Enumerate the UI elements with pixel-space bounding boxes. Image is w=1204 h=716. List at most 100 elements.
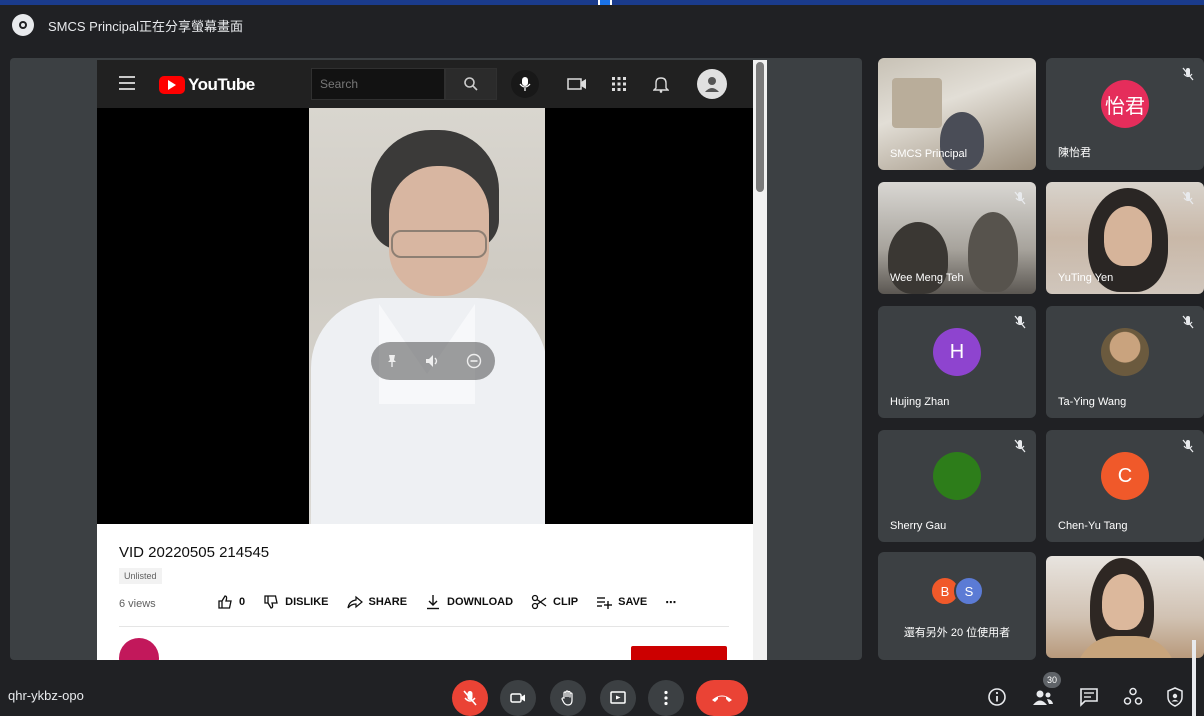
hand-icon xyxy=(561,690,573,706)
mic-off-icon xyxy=(1180,66,1196,82)
participant-tile[interactable]: Ta-Ying Wang xyxy=(1046,306,1204,418)
share-arrow-icon xyxy=(346,595,363,609)
more-vertical-icon xyxy=(664,690,668,706)
participant-tile[interactable]: SMCS Principal xyxy=(878,58,1036,170)
remove-icon[interactable] xyxy=(464,351,484,371)
avatar xyxy=(1101,328,1149,376)
participant-tile[interactable]: H Hujing Zhan xyxy=(878,306,1036,418)
mic-off-icon xyxy=(1012,314,1028,330)
apps-grid-icon[interactable] xyxy=(609,74,629,94)
youtube-search-input[interactable]: Search xyxy=(311,68,445,100)
feed-overlay-controls xyxy=(371,342,495,380)
others-avatar-stack: B S xyxy=(930,576,984,606)
unlisted-badge: Unlisted xyxy=(119,568,162,584)
mic-off-icon xyxy=(1012,190,1028,206)
self-view-tile[interactable] xyxy=(1046,556,1204,658)
subscribe-button[interactable] xyxy=(631,646,727,660)
edge-scrollbar[interactable] xyxy=(1192,640,1196,716)
camera-toggle-button[interactable] xyxy=(500,680,536,716)
account-avatar-icon[interactable] xyxy=(697,69,727,99)
playlist-add-icon xyxy=(597,597,613,609)
channel-avatar[interactable] xyxy=(119,638,159,660)
participant-name: Wee Meng Teh xyxy=(890,272,964,284)
more-options-button[interactable] xyxy=(648,680,684,716)
raise-hand-button[interactable] xyxy=(550,680,586,716)
video-actions: 0 DISLIKE SHARE DOWNLOAD CLIP SAVE ⋯ xyxy=(217,594,694,610)
volume-icon[interactable] xyxy=(423,351,443,371)
mic-off-icon xyxy=(1012,438,1028,454)
mic-toggle-button[interactable] xyxy=(452,680,488,716)
participant-tile[interactable]: Sherry Gau xyxy=(878,430,1036,542)
search-icon[interactable] xyxy=(445,68,497,100)
other-participants-tile[interactable]: B S 還有另外 20 位使用者 xyxy=(878,552,1036,660)
youtube-play-icon xyxy=(159,76,185,94)
create-video-icon[interactable] xyxy=(567,74,587,94)
mic-off-icon xyxy=(1180,314,1196,330)
participant-name: YuTing Yen xyxy=(1058,272,1114,284)
shared-screen[interactable]: YouTube Search VID 20220505 214545 Unlis… xyxy=(10,58,862,660)
like-button[interactable]: 0 xyxy=(217,594,245,610)
activities-icon[interactable] xyxy=(1122,686,1144,708)
save-button[interactable]: SAVE xyxy=(596,594,647,610)
scissors-icon xyxy=(531,594,547,610)
clip-button[interactable]: CLIP xyxy=(531,594,578,610)
participant-name: 陳怡君 xyxy=(1058,147,1091,159)
presenter-title: SMCS Principal正在分享螢幕畫面 xyxy=(48,18,244,34)
participant-tile[interactable]: Wee Meng Teh xyxy=(878,182,1036,294)
avatar: S xyxy=(954,576,984,606)
scrollbar-thumb[interactable] xyxy=(756,62,764,192)
share-button[interactable]: SHARE xyxy=(346,594,407,610)
participant-name: Chen-Yu Tang xyxy=(1058,520,1128,532)
download-button[interactable]: DOWNLOAD xyxy=(425,594,513,610)
thumbs-up-icon xyxy=(218,595,232,609)
download-icon xyxy=(427,595,440,610)
hamburger-menu-icon[interactable] xyxy=(119,76,135,90)
view-count: 6 views xyxy=(119,598,156,610)
meeting-info-icon[interactable] xyxy=(986,686,1008,708)
participant-name: SMCS Principal xyxy=(890,148,968,160)
participant-name: Sherry Gau xyxy=(890,520,947,532)
dislike-button[interactable]: DISLIKE xyxy=(263,594,329,610)
youtube-logo-text: YouTube xyxy=(188,75,255,94)
more-actions-button[interactable]: ⋯ xyxy=(665,596,676,609)
participant-tile[interactable]: YuTing Yen xyxy=(1046,182,1204,294)
participant-tile[interactable]: C Chen-Yu Tang xyxy=(1046,430,1204,542)
pin-icon[interactable] xyxy=(382,351,402,371)
notifications-bell-icon[interactable] xyxy=(651,74,671,94)
present-icon xyxy=(610,691,626,704)
meeting-code: qhr-ykbz-opo xyxy=(8,688,84,703)
avatar xyxy=(933,452,981,500)
youtube-logo[interactable]: YouTube xyxy=(159,75,255,95)
host-controls-icon[interactable] xyxy=(1164,686,1186,708)
video-title: VID 20220505 214545 xyxy=(119,544,270,561)
people-icon[interactable] xyxy=(1032,686,1054,708)
mic-off-icon xyxy=(463,690,477,706)
hang-up-icon xyxy=(712,695,732,702)
video-player[interactable] xyxy=(97,108,753,524)
youtube-topbar: YouTube Search xyxy=(97,60,767,108)
thumbs-down-icon xyxy=(264,595,278,609)
avatar: 怡君 xyxy=(1101,80,1149,128)
avatar: C xyxy=(1101,452,1149,500)
meeting-controls-bar: qhr-ykbz-opo 30 xyxy=(0,662,1204,716)
youtube-window: YouTube Search VID 20220505 214545 Unlis… xyxy=(97,60,767,660)
end-call-button[interactable] xyxy=(696,680,748,716)
mic-off-icon xyxy=(1180,190,1196,206)
camera-icon xyxy=(510,693,525,703)
participant-name: Ta-Ying Wang xyxy=(1058,396,1127,408)
participant-name: Hujing Zhan xyxy=(890,396,950,408)
others-count-label: 還有另外 20 位使用者 xyxy=(903,627,1011,639)
presentation-header: SMCS Principal正在分享螢幕畫面 xyxy=(0,5,1204,45)
presenting-icon xyxy=(12,14,34,36)
youtube-scrollbar[interactable] xyxy=(753,60,767,660)
participant-tile[interactable]: 怡君 陳怡君 xyxy=(1046,58,1204,170)
voice-search-mic-icon[interactable] xyxy=(511,70,539,98)
video-frame-person xyxy=(309,108,545,524)
chat-icon[interactable] xyxy=(1078,686,1100,708)
video-info-panel: VID 20220505 214545 Unlisted 6 views 0 D… xyxy=(97,524,753,660)
like-count: 0 xyxy=(239,596,246,608)
divider xyxy=(119,626,729,627)
avatar: H xyxy=(933,328,981,376)
mic-off-icon xyxy=(1180,438,1196,454)
present-screen-button[interactable] xyxy=(600,680,636,716)
